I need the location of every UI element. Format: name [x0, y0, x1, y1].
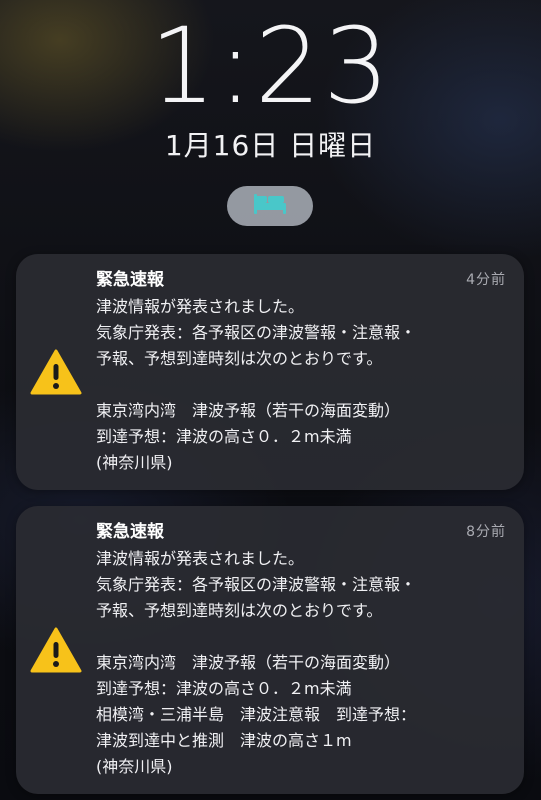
notification-body: 津波情報が発表されました。 気象庁発表：各予報区の津波警報・注意報・ 予報、予想…: [96, 546, 516, 780]
notification-line: 東京湾内湾 津波予報（若干の海面変動）: [96, 653, 401, 672]
bed-icon: [253, 193, 287, 219]
notification-line: 気象庁発表：各予報区の津波警報・注意報・: [96, 575, 417, 594]
notification-line: 到達予想：津波の高さ０．２m未満: [96, 679, 352, 698]
notification-line: 到達予想：津波の高さ０．２m未満: [96, 427, 352, 446]
notification-line: [96, 624, 516, 650]
warning-triangle-icon: [30, 348, 82, 396]
notification-line: 津波情報が発表されました。: [96, 297, 305, 316]
notification-time: 8分前: [466, 524, 506, 540]
notification-card[interactable]: 緊急速報 8分前 津波情報が発表されました。 気象庁発表：各予報区の津波警報・注…: [16, 506, 524, 794]
notification-title: 緊急速報: [96, 270, 164, 290]
notification-line: 津波到達中と推測 津波の高さ１m: [96, 731, 352, 750]
sleep-focus-button[interactable]: [227, 186, 313, 226]
notification-line: 気象庁発表：各予報区の津波警報・注意報・: [96, 323, 417, 342]
notification-line: (神奈川県): [96, 757, 173, 776]
notification-line: 予報、予想到達時刻は次のとおりです。: [96, 601, 383, 620]
notification-line: [96, 372, 516, 398]
notification-line: (神奈川県): [96, 453, 173, 472]
lockscreen-date: 1月16日 日曜日: [164, 129, 377, 162]
lockscreen-clock: 1:23: [149, 5, 392, 127]
notification-body: 津波情報が発表されました。 気象庁発表：各予報区の津波警報・注意報・ 予報、予想…: [96, 294, 516, 476]
notification-title: 緊急速報: [96, 522, 164, 542]
notification-line: 相模湾・三浦半島 津波注意報 到達予想：: [96, 705, 417, 724]
notification-line: 津波情報が発表されました。: [96, 549, 305, 568]
notification-time: 4分前: [466, 272, 506, 288]
notification-line: 予報、予想到達時刻は次のとおりです。: [96, 349, 383, 368]
warning-triangle-icon: [30, 626, 82, 674]
notification-line: 東京湾内湾 津波予報（若干の海面変動）: [96, 401, 401, 420]
notification-card[interactable]: 緊急速報 4分前 津波情報が発表されました。 気象庁発表：各予報区の津波警報・注…: [16, 254, 524, 490]
